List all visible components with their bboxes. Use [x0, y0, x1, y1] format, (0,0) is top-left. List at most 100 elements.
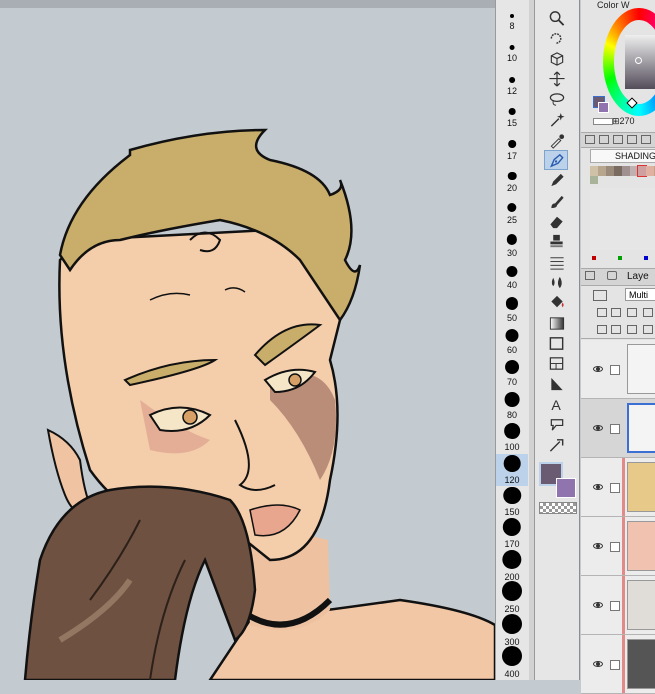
color-set-swatch[interactable]: [622, 166, 630, 176]
color-set-swatch[interactable]: [646, 166, 654, 176]
correct-line-tool[interactable]: [545, 435, 567, 453]
tab-icon-4[interactable]: [627, 135, 637, 144]
color-set-name[interactable]: SHADING: [590, 149, 655, 163]
brush-size-100[interactable]: 100: [496, 421, 528, 453]
brush-size-17[interactable]: 17: [496, 130, 528, 162]
3d-object-tool[interactable]: [545, 50, 567, 68]
brush-size-40[interactable]: 40: [496, 259, 528, 291]
visibility-eye-icon[interactable]: [593, 425, 603, 431]
brush-size-60[interactable]: 60: [496, 324, 528, 356]
frame-tool[interactable]: [545, 354, 567, 372]
layer-tab-icon[interactable]: [585, 271, 595, 280]
clip-icon[interactable]: [597, 308, 607, 317]
brush-size-170[interactable]: 170: [496, 518, 528, 550]
color-set-swatch[interactable]: [590, 176, 598, 184]
fill-tool[interactable]: [545, 293, 567, 311]
layer-color-icon[interactable]: [593, 290, 607, 301]
visibility-eye-icon[interactable]: [593, 661, 603, 667]
ruler-tool[interactable]: [545, 374, 567, 392]
color-set-swatch[interactable]: [630, 166, 638, 176]
color-set-swatch[interactable]: [598, 166, 606, 176]
brush-size-70[interactable]: 70: [496, 356, 528, 388]
brush-size-80[interactable]: 80: [496, 389, 528, 421]
draft-icon[interactable]: [627, 308, 637, 317]
lineart-layer[interactable]: [581, 399, 655, 458]
brush-size-400[interactable]: 400: [496, 646, 528, 680]
brush-size-12[interactable]: 12: [496, 65, 528, 97]
tab-icon-2[interactable]: [599, 135, 609, 144]
sketch-layer[interactable]: [581, 340, 655, 399]
magnifier-icon: [549, 11, 565, 26]
brush-size-10[interactable]: 10: [496, 32, 528, 64]
new-vector-layer-icon[interactable]: [611, 325, 621, 334]
brush-size-250[interactable]: 250: [496, 581, 528, 615]
gradient-tool[interactable]: [545, 314, 567, 332]
lasso-tool[interactable]: [545, 90, 567, 108]
blush-layer[interactable]: [581, 517, 655, 576]
hair-color-layer[interactable]: [581, 458, 655, 517]
clipping-indicator: [622, 635, 625, 693]
brush-size-120[interactable]: 120: [496, 453, 528, 486]
new-raster-layer-icon[interactable]: [597, 325, 607, 334]
brush-size-25[interactable]: 25: [496, 194, 528, 226]
balloon-tool[interactable]: [545, 415, 567, 433]
color-wheel-tab[interactable]: Color W: [597, 0, 630, 10]
tab-layer[interactable]: Laye: [627, 271, 649, 282]
sub-color-swatch[interactable]: [556, 478, 576, 498]
color-set-swatch[interactable]: [606, 166, 614, 176]
airbrush-tool[interactable]: [545, 273, 567, 291]
brush-size-30[interactable]: 30: [496, 227, 528, 259]
brush-size-scrollbar[interactable]: [529, 0, 534, 680]
layer-lock-checkbox[interactable]: [610, 601, 620, 611]
base-layer[interactable]: [581, 635, 655, 694]
drawing-canvas[interactable]: [0, 0, 495, 680]
tab-icon-1[interactable]: [585, 135, 595, 144]
layer-stack-icon[interactable]: [607, 271, 617, 280]
layer-lock-checkbox[interactable]: [610, 660, 620, 670]
brush-size-8[interactable]: 8: [496, 0, 528, 32]
brush-size-15[interactable]: 15: [496, 97, 528, 129]
color-set-swatch[interactable]: [614, 166, 622, 176]
brush-size-300[interactable]: 300: [496, 613, 528, 648]
layer-mask-icon[interactable]: [643, 325, 653, 334]
sv-marker[interactable]: [635, 57, 642, 64]
brush-tool[interactable]: [545, 192, 567, 210]
stamp-tool[interactable]: [545, 232, 567, 250]
brush-size-50[interactable]: 50: [496, 292, 528, 324]
brush-size-150[interactable]: 150: [496, 486, 528, 518]
brush-size-preview-icon: [504, 423, 520, 440]
visibility-eye-icon[interactable]: [593, 543, 603, 549]
visibility-eye-icon[interactable]: [593, 366, 603, 372]
lock-icon[interactable]: [643, 308, 653, 317]
eraser-tool[interactable]: [545, 212, 567, 230]
color-set-swatch[interactable]: [637, 165, 647, 177]
eyedropper-tool[interactable]: [545, 131, 567, 149]
blend-mode-select[interactable]: Multi: [625, 288, 655, 301]
new-folder-icon[interactable]: [627, 325, 637, 334]
zoom-tool[interactable]: [545, 9, 567, 27]
mini-transparent-color[interactable]: [593, 118, 613, 125]
brush-size-20[interactable]: 20: [496, 162, 528, 194]
auto-select-tool[interactable]: [545, 111, 567, 129]
pen-tool[interactable]: [544, 150, 568, 171]
layer-lock-checkbox[interactable]: [610, 424, 620, 434]
tab-icon-5[interactable]: [641, 135, 651, 144]
layer-lock-checkbox[interactable]: [610, 365, 620, 375]
color-set-swatch[interactable]: [590, 166, 598, 176]
move-tool[interactable]: [545, 70, 567, 88]
shading-layer[interactable]: [581, 576, 655, 635]
tab-icon-3[interactable]: [613, 135, 623, 144]
visibility-eye-icon[interactable]: [593, 602, 603, 608]
transparent-color-swatch[interactable]: [539, 502, 577, 514]
text-tool[interactable]: A: [545, 395, 567, 413]
reference-icon[interactable]: [611, 308, 621, 317]
layer-lock-checkbox[interactable]: [610, 542, 620, 552]
rotate-view-tool[interactable]: [545, 29, 567, 47]
visibility-eye-icon[interactable]: [593, 484, 603, 490]
layer-lock-checkbox[interactable]: [610, 483, 620, 493]
brush-size-200[interactable]: 200: [496, 549, 528, 583]
blend-tool[interactable]: [545, 253, 567, 271]
figure-tool[interactable]: [545, 334, 567, 352]
mini-sub-color[interactable]: [598, 102, 609, 113]
pencil-tool[interactable]: [545, 171, 567, 189]
